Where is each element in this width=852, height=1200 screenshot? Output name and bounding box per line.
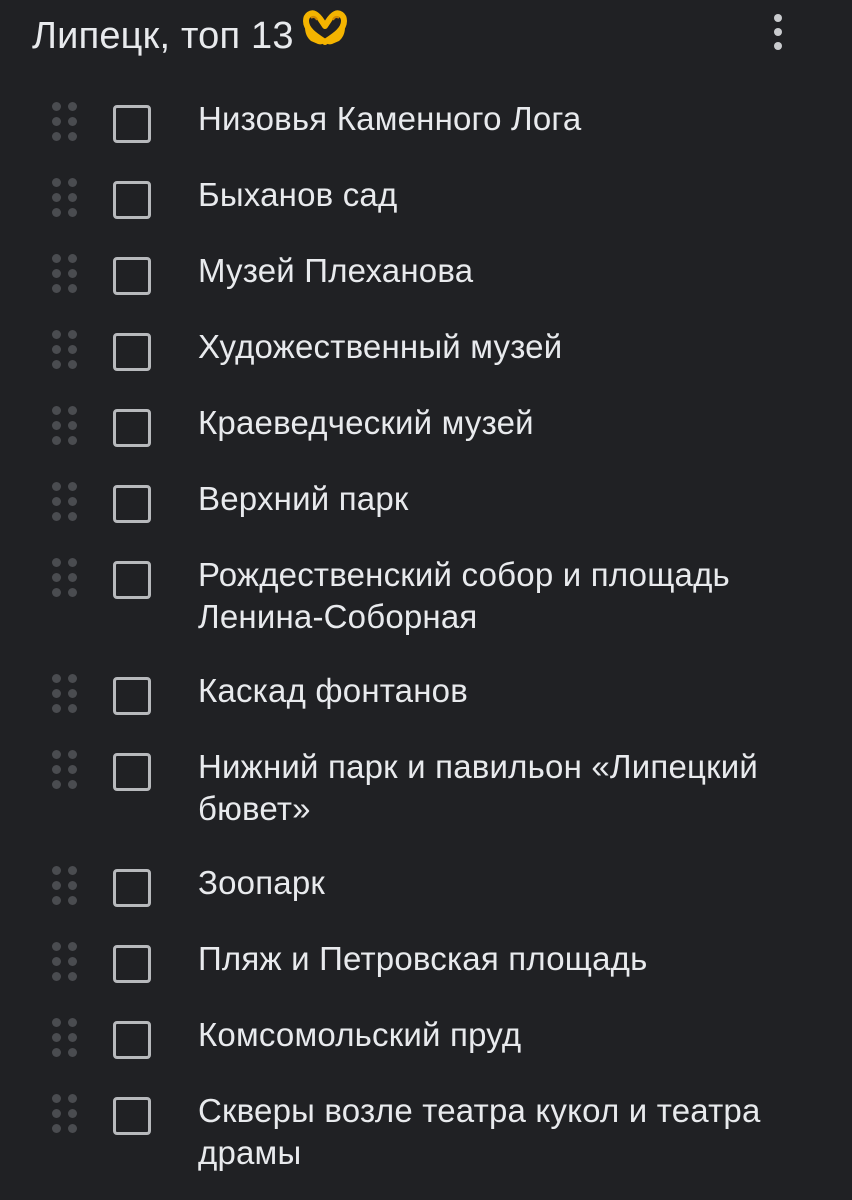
drag-handle-icon[interactable] [52, 558, 82, 602]
drag-handle-icon[interactable] [52, 750, 82, 794]
item-checkbox[interactable] [113, 409, 151, 447]
list-item: Зоопарк [0, 862, 852, 938]
list-item: Верхний парк [0, 478, 852, 554]
item-label[interactable]: Скверы возле театра кукол и театра драмы [198, 1090, 818, 1174]
drag-handle-icon[interactable] [52, 1094, 82, 1138]
item-label[interactable]: Краеведческий музей [198, 402, 818, 444]
item-label[interactable]: Рождественский собор и площадь Ленина-Со… [198, 554, 818, 638]
list-item: Пляж и Петровская площадь [0, 938, 852, 1014]
item-label[interactable]: Художественный музей [198, 326, 818, 368]
list-item: Низовья Каменного Лога [0, 98, 852, 174]
list-item: Нижний парк и павильон «Липецкий бювет» [0, 746, 852, 862]
list-item: Быханов сад [0, 174, 852, 250]
app-header: Липецк, топ 13 [0, 0, 852, 76]
item-checkbox[interactable] [113, 333, 151, 371]
item-checkbox[interactable] [113, 181, 151, 219]
list-item: Каскад фонтанов [0, 670, 852, 746]
item-checkbox[interactable] [113, 945, 151, 983]
list-item: Рождественский собор и площадь Ленина-Со… [0, 554, 852, 670]
item-label[interactable]: Музей Плеханова [198, 250, 818, 292]
drag-handle-icon[interactable] [52, 482, 82, 526]
item-label[interactable]: Комсомольский пруд [198, 1014, 818, 1056]
list-item: Художественный музей [0, 326, 852, 402]
drag-handle-icon[interactable] [52, 406, 82, 450]
item-checkbox[interactable] [113, 257, 151, 295]
item-checkbox[interactable] [113, 561, 151, 599]
item-label[interactable]: Верхний парк [198, 478, 818, 520]
drag-handle-icon[interactable] [52, 942, 82, 986]
list-item: Комсомольский пруд [0, 1014, 852, 1090]
more-vert-icon[interactable] [758, 10, 798, 54]
item-label[interactable]: Пляж и Петровская площадь [198, 938, 818, 980]
item-label[interactable]: Нижний парк и павильон «Липецкий бювет» [198, 746, 818, 830]
heart-hands-emoji [302, 8, 348, 62]
checklist: Низовья Каменного Лога Быханов сад Музей… [0, 98, 852, 1200]
page-title: Липецк, топ 13 [32, 10, 348, 62]
item-label[interactable]: Низовья Каменного Лога [198, 98, 818, 140]
item-checkbox[interactable] [113, 1021, 151, 1059]
drag-handle-icon[interactable] [52, 674, 82, 718]
list-item: Скверы возле театра кукол и театра драмы [0, 1090, 852, 1200]
list-item: Музей Плеханова [0, 250, 852, 326]
list-item: Краеведческий музей [0, 402, 852, 478]
item-checkbox[interactable] [113, 485, 151, 523]
drag-handle-icon[interactable] [52, 178, 82, 222]
item-checkbox[interactable] [113, 105, 151, 143]
drag-handle-icon[interactable] [52, 254, 82, 298]
drag-handle-icon[interactable] [52, 866, 82, 910]
drag-handle-icon[interactable] [52, 102, 82, 146]
item-checkbox[interactable] [113, 753, 151, 791]
item-checkbox[interactable] [113, 677, 151, 715]
item-label[interactable]: Зоопарк [198, 862, 818, 904]
title-text: Липецк, топ 13 [32, 15, 294, 57]
item-label[interactable]: Каскад фонтанов [198, 670, 818, 712]
drag-handle-icon[interactable] [52, 330, 82, 374]
item-checkbox[interactable] [113, 1097, 151, 1135]
item-label[interactable]: Быханов сад [198, 174, 818, 216]
drag-handle-icon[interactable] [52, 1018, 82, 1062]
item-checkbox[interactable] [113, 869, 151, 907]
